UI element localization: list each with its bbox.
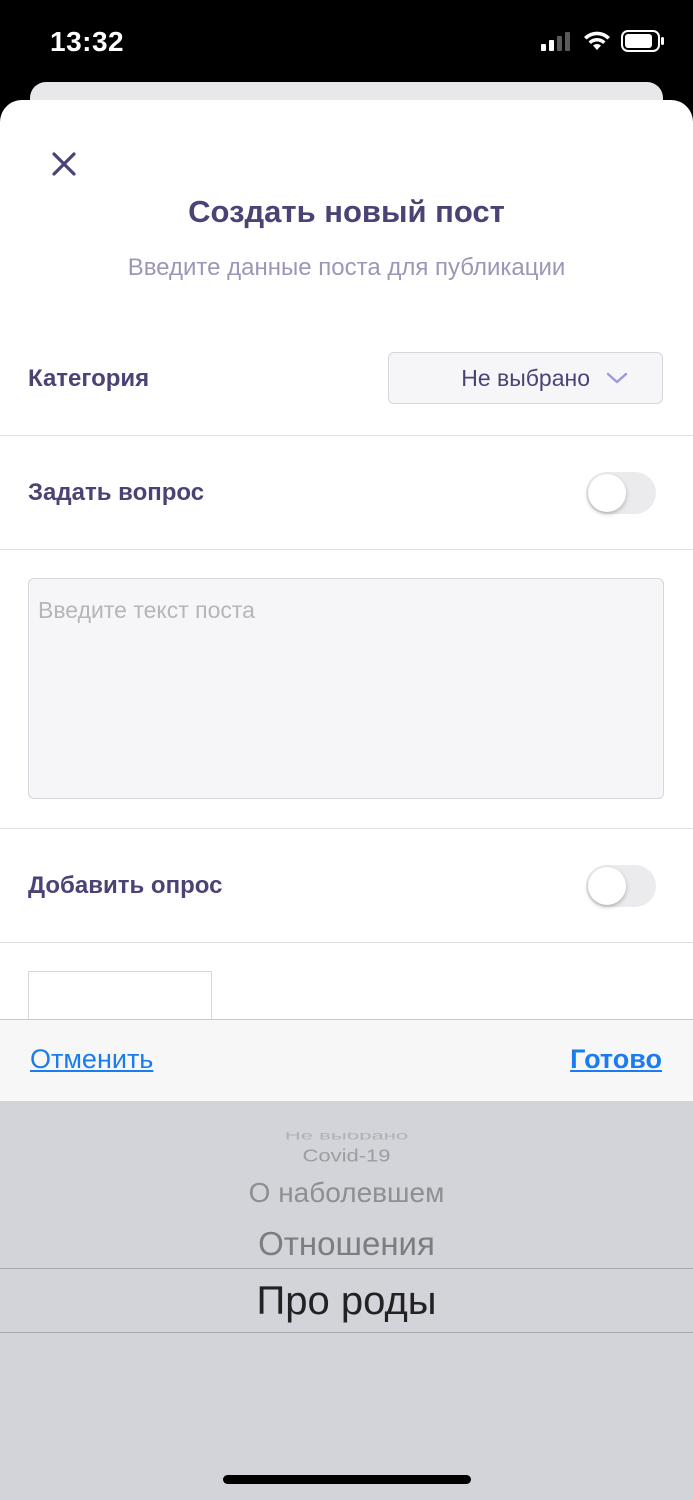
picker-selection-bottom-line — [0, 1332, 693, 1333]
picker-option[interactable]: Covid-19 — [0, 1146, 693, 1167]
divider — [0, 828, 693, 829]
picker-selected-option[interactable]: Про роды — [0, 1279, 693, 1324]
picker-toolbar: Отменить Готово — [0, 1019, 693, 1102]
divider — [0, 435, 693, 436]
divider — [0, 549, 693, 550]
category-label: Категория — [28, 365, 150, 392]
toggle-knob — [588, 867, 626, 905]
toggle-knob — [588, 474, 626, 512]
post-text-input[interactable] — [28, 578, 664, 799]
status-bar: 13:32 — [0, 0, 693, 90]
picker-selection-top-line — [0, 1268, 693, 1269]
home-indicator — [223, 1475, 471, 1484]
done-button[interactable]: Готово — [570, 1044, 662, 1075]
picker-option[interactable]: Отношения — [0, 1225, 693, 1263]
cancel-button[interactable]: Отменить — [30, 1044, 153, 1075]
close-icon — [52, 152, 76, 176]
add-poll-toggle[interactable] — [586, 865, 656, 907]
divider — [0, 942, 693, 943]
ask-question-label: Задать вопрос — [28, 479, 205, 506]
cellular-signal-icon — [541, 32, 570, 51]
ask-question-toggle[interactable] — [586, 472, 656, 514]
status-icons — [541, 30, 665, 52]
picker-option[interactable]: О наболевшем — [0, 1177, 693, 1209]
chevron-down-icon — [606, 372, 628, 384]
category-value: Не выбрано — [461, 364, 590, 391]
status-time: 13:32 — [50, 26, 125, 57]
picker-option[interactable]: Не выбрано — [0, 1132, 693, 1140]
close-button[interactable] — [40, 140, 88, 188]
page-title: Создать новый пост — [188, 194, 505, 229]
category-picker[interactable]: Не выбрано Covid-19 О наболевшем Отношен… — [0, 1101, 693, 1500]
wifi-icon — [584, 31, 610, 50]
battery-icon — [621, 30, 664, 52]
page-subtitle: Введите данные поста для публикации — [127, 254, 566, 281]
add-poll-label: Добавить опрос — [28, 872, 223, 899]
category-select[interactable]: Не выбрано — [388, 352, 663, 404]
